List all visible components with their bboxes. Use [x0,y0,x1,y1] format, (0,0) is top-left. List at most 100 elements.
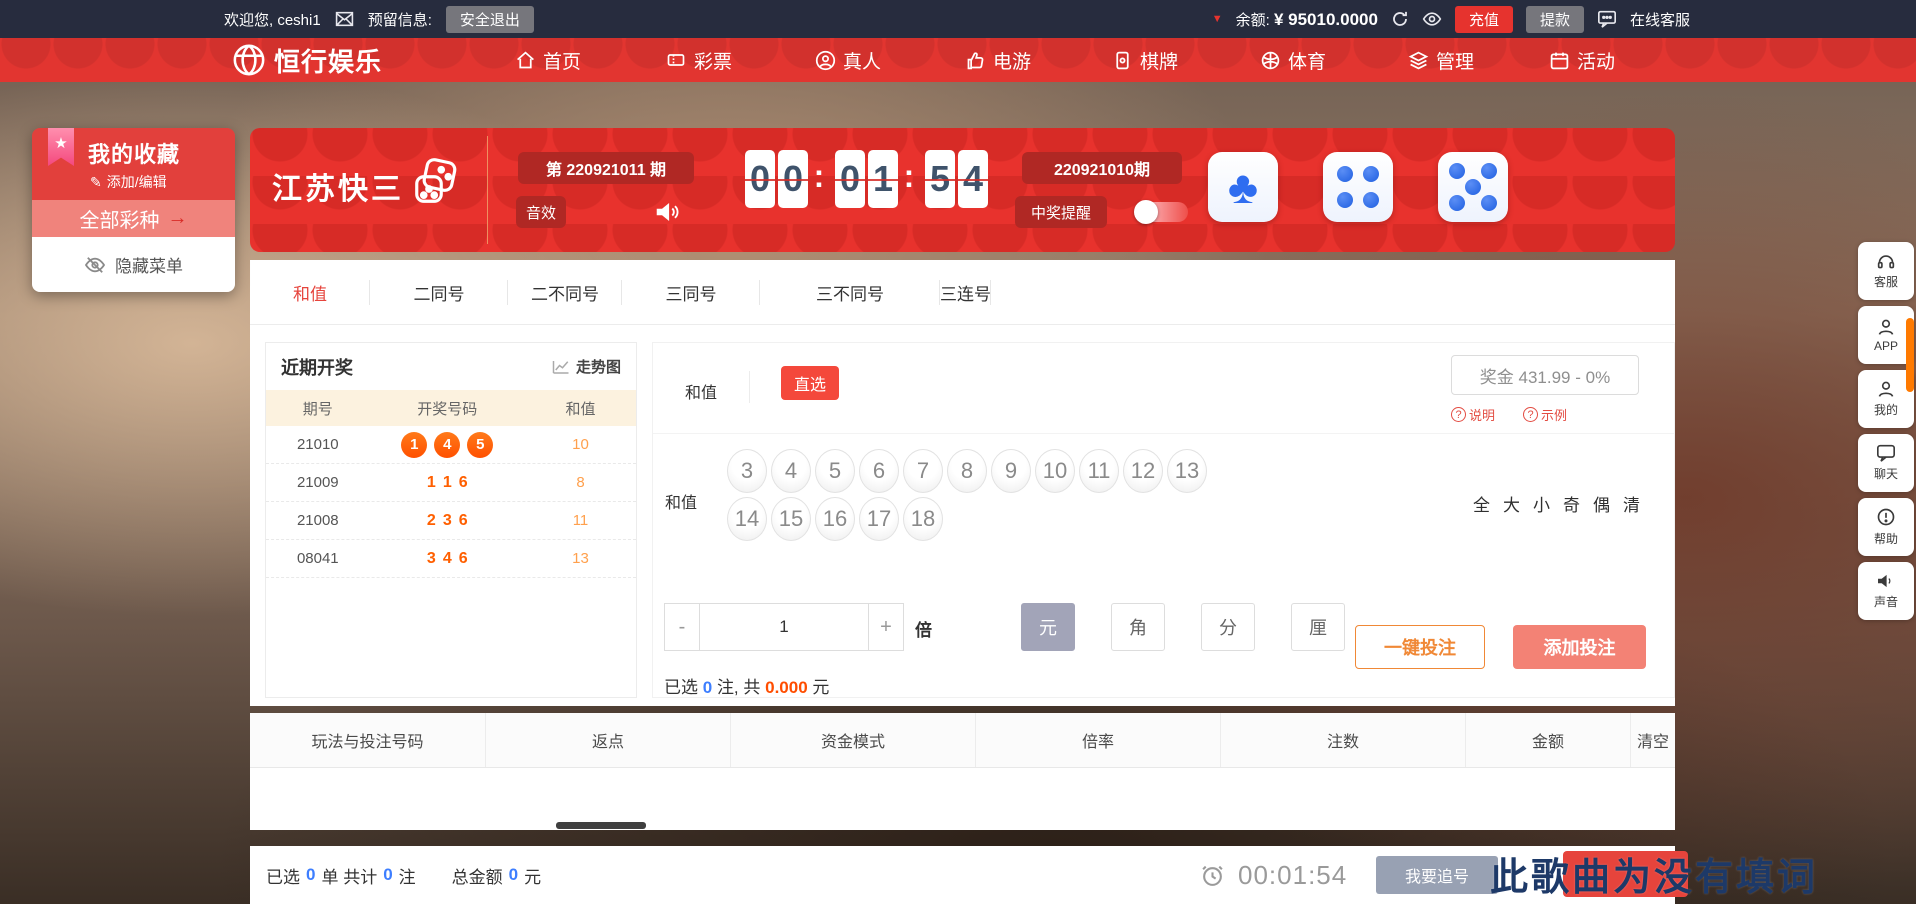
last-issue-badge: 220921010期 [1022,152,1182,184]
sum-ball[interactable]: 6 [859,449,899,493]
example-label: 示例 [1541,405,1567,424]
horizontal-scrollbar[interactable] [556,822,646,829]
nav-item-manage[interactable]: 管理 [1408,38,1474,82]
person-icon [815,50,836,71]
question-icon [1451,407,1466,422]
example-link[interactable]: 示例 [1523,405,1567,424]
clear-all-button[interactable]: 清空 [1630,713,1675,767]
speaker-icon[interactable] [652,198,682,226]
nav-item-label: 真人 [843,47,881,74]
sum-ball[interactable]: 16 [815,497,855,541]
tab-label: 二同号 [414,280,465,305]
sum-ball[interactable]: 7 [903,449,943,493]
bet-summary: 已选 0 注, 共 0.000 元 [664,673,829,698]
game-tab[interactable]: 二不同号 [508,260,622,325]
countdown-digit: 5 [925,150,955,208]
filter-option[interactable]: 大 [1503,491,1520,516]
filter-option[interactable]: 奇 [1563,491,1580,516]
sum-ball[interactable]: 14 [727,497,767,541]
issue-no: 08041 [266,550,370,567]
nav-item-sports[interactable]: 体育 [1260,38,1326,82]
widget-label: 客服 [1874,273,1898,290]
trend-chart-link[interactable]: 走势图 [552,356,621,377]
hide-menu-button[interactable]: 隐藏菜单 [32,237,235,292]
brand-emblem-icon [232,43,266,77]
sum-ball[interactable]: 8 [947,449,987,493]
sum-ball[interactable]: 11 [1079,449,1119,493]
all-lotteries-link[interactable]: 全部彩种 → [32,200,235,237]
game-tab[interactable]: 二同号 [370,260,508,325]
help-label: 说明 [1469,405,1495,424]
widget-sound[interactable]: 声音 [1858,562,1914,620]
game-tab[interactable]: 三连号 [940,260,991,325]
multiplier-value[interactable]: 1 [700,603,868,651]
sound-toggle[interactable]: 音效 [516,196,566,228]
quick-bet-button[interactable]: 一键投注 [1355,625,1485,669]
nav-item-live[interactable]: 真人 [815,38,881,82]
unit-button[interactable]: 厘 [1291,603,1345,651]
nav-item-boardgames[interactable]: 棋牌 [1112,38,1178,82]
widget-label: 我的 [1874,401,1898,418]
number-ball: 4 [434,432,460,458]
chase-number-button[interactable]: 我要追号 [1376,856,1498,894]
eye-icon[interactable] [1422,11,1442,27]
page-scrollbar-thumb[interactable] [1906,318,1914,392]
nav-item-home[interactable]: 首页 [515,38,581,82]
sum-ball[interactable]: 3 [727,449,767,493]
favorites-edit-link[interactable]: ✎ 添加/编辑 [90,172,167,192]
nav-item-activity[interactable]: 活动 [1549,38,1615,82]
logout-button[interactable]: 安全退出 [446,6,534,33]
nav-item-label: 电游 [993,47,1031,74]
caret-down-icon[interactable]: ▼ [1212,13,1223,25]
sum-ball[interactable]: 9 [991,449,1031,493]
sum-ball[interactable]: 17 [859,497,899,541]
brand-logo[interactable]: 恒行娱乐 [232,38,382,82]
sum-ball[interactable]: 15 [771,497,811,541]
unit-button[interactable]: 元 [1021,603,1075,651]
game-tab[interactable]: 三同号 [622,260,760,325]
col-multiplier: 倍率 [975,713,1220,767]
sum-ball[interactable]: 5 [815,449,855,493]
sum-ball[interactable]: 13 [1167,449,1207,493]
sum-ball[interactable]: 12 [1123,449,1163,493]
mode-button-zhixuan[interactable]: 直选 [781,366,839,400]
footer-total-value: 0 [509,865,518,885]
sum-ball[interactable]: 18 [903,497,943,541]
win-alert-toggle[interactable] [1134,200,1188,224]
filter-option[interactable]: 全 [1473,491,1490,516]
add-bet-button[interactable]: 添加投注 [1513,625,1646,669]
filter-option[interactable]: 偶 [1593,491,1610,516]
filter-option[interactable]: 清 [1623,491,1640,516]
widget-label: APP [1874,339,1898,353]
nav-item-lottery[interactable]: 彩票 [665,38,732,82]
message-icon[interactable] [335,11,354,27]
sum-ball[interactable]: 10 [1035,449,1075,493]
withdraw-button[interactable]: 提款 [1526,6,1584,33]
betting-panel: 和值 直选 奖金 431.99 - 0% 说明 示例 和值 3456789101… [652,342,1675,698]
multiplier-plus-button[interactable]: + [868,603,904,651]
main-nav: 恒行娱乐 首页 彩票 真人 电游 棋牌 体育 管理 [0,38,1916,82]
draw-numbers: 1 1 6 [370,474,525,492]
summary-suffix: 元 [812,678,829,697]
sum-ball[interactable]: 4 [771,449,811,493]
multiplier-minus-button[interactable]: - [664,603,700,651]
unit-button[interactable]: 角 [1111,603,1165,651]
help-link[interactable]: 说明 [1451,405,1495,424]
unit-button[interactable]: 分 [1201,603,1255,651]
nav-item-egames[interactable]: 电游 [965,38,1031,82]
widget-chat[interactable]: 聊天 [1858,434,1914,492]
game-tab[interactable]: 和值 [250,260,370,325]
game-tab[interactable]: 三不同号 [760,260,940,325]
online-service-link[interactable]: 在线客服 [1630,9,1690,30]
filter-option[interactable]: 小 [1533,491,1550,516]
issue-no: 21008 [266,512,370,529]
video-subtitle-overlay: 此歌曲为没有填词 [1490,846,1818,901]
widget-help[interactable]: 帮助 [1858,498,1914,556]
recharge-button[interactable]: 充值 [1455,6,1513,33]
refresh-icon[interactable] [1391,10,1409,28]
chat-icon[interactable] [1597,10,1617,28]
draw-numbers: 2 3 6 [370,512,525,530]
widget-service[interactable]: 客服 [1858,242,1914,300]
calendar-icon [1549,50,1570,71]
summary-pre: 已选 [664,678,698,697]
